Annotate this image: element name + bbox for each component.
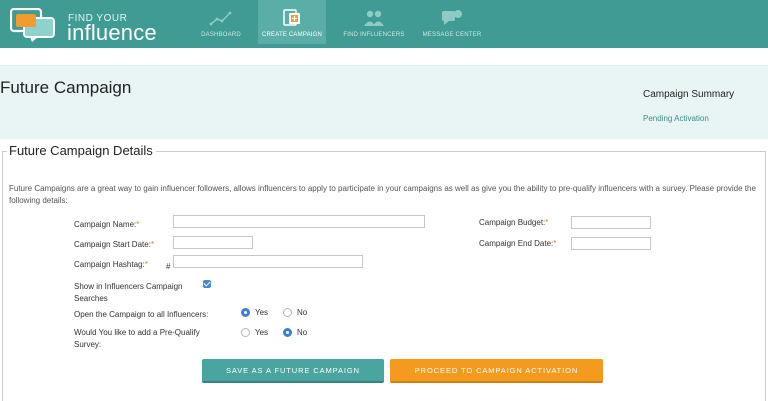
nav-dashboard[interactable]: DASHBOARD <box>192 0 250 44</box>
budget-input[interactable] <box>571 216 651 229</box>
start-date-input[interactable] <box>173 236 253 249</box>
nav-find-influencers-label: FIND INFLUENCERS <box>343 32 405 38</box>
page-header: Future Campaign Campaign Summary Pending… <box>0 65 768 139</box>
nav-message-center[interactable]: MESSAGE CENTER <box>418 0 486 44</box>
chat-bubble-icon <box>442 10 462 25</box>
hash-symbol: # <box>166 262 171 271</box>
campaign-status-text: Pending Activation <box>643 114 709 123</box>
people-icon <box>364 10 384 26</box>
page-title: Future Campaign <box>0 78 132 97</box>
top-nav-bar: FIND YOUR influence DASHBOARD CREATE CAM… <box>0 0 768 48</box>
show-in-search-label-line2: Searches <box>74 294 108 303</box>
save-future-campaign-button[interactable]: SAVE AS A FUTURE CAMPAIGN <box>202 359 384 383</box>
campaign-name-label: Campaign Name:* <box>74 220 140 229</box>
open-to-all-no-label: No <box>297 308 308 317</box>
open-to-all-label: Open the Campaign to all Influencers: <box>74 310 209 319</box>
budget-label: Campaign Budget:* <box>479 218 549 227</box>
nav-message-center-label: MESSAGE CENTER <box>422 32 482 38</box>
end-date-input[interactable] <box>571 237 651 250</box>
hashtag-input[interactable] <box>173 255 363 268</box>
intro-text: Future Campaigns are a great way to gain… <box>9 184 756 205</box>
campaign-details-panel: Future Campaign Details Future Campaigns… <box>2 143 766 401</box>
open-to-all-yes-radio[interactable] <box>241 308 250 317</box>
line-chart-icon <box>209 11 232 26</box>
nav-find-influencers[interactable]: FIND INFLUENCERS <box>338 0 410 44</box>
prequalify-no-radio[interactable] <box>283 328 292 337</box>
nav-create-campaign-label: CREATE CAMPAIGN <box>261 32 323 38</box>
prequalify-no-label: No <box>297 328 308 337</box>
show-in-search-checkbox[interactable] <box>203 280 211 288</box>
start-date-label: Campaign Start Date:* <box>74 240 155 249</box>
end-date-label: Campaign End Date:* <box>479 239 557 248</box>
open-to-all-no-radio[interactable] <box>283 308 292 317</box>
chat-bubbles-logo-icon <box>10 8 55 42</box>
proceed-activation-button[interactable]: PROCEED TO CAMPAIGN ACTIVATION <box>390 359 603 383</box>
campaign-name-input[interactable] <box>173 215 425 228</box>
create-campaign-icon <box>283 9 300 26</box>
prequalify-yes-radio[interactable] <box>241 328 250 337</box>
nav-create-campaign[interactable]: CREATE CAMPAIGN <box>258 0 326 44</box>
prequalify-label-line2: Survey: <box>74 340 102 349</box>
prequalify-yes-label: Yes <box>255 328 269 337</box>
nav-dashboard-label: DASHBOARD <box>201 32 241 38</box>
show-in-search-label: Show in Influencers Campaign <box>74 282 183 291</box>
campaign-summary-title: Campaign Summary <box>643 89 735 100</box>
prequalify-label: Would You like to add a Pre-Qualify <box>74 328 200 337</box>
brand-name: influence <box>67 20 157 45</box>
open-to-all-yes-label: Yes <box>255 308 269 317</box>
hashtag-label: Campaign Hashtag:* <box>74 260 148 269</box>
panel-legend: Future Campaign Details <box>7 143 156 158</box>
brand-logo[interactable]: FIND YOUR influence <box>10 4 160 45</box>
